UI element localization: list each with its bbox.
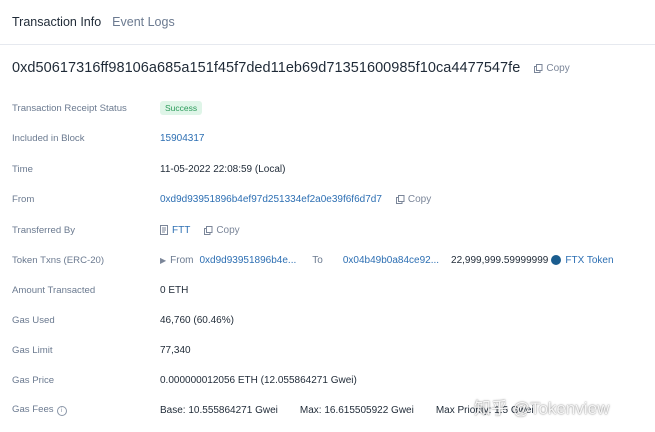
gas-price-value: 0.000000012056 ETH (12.055864271 Gwei): [160, 374, 357, 386]
row-gas-price: Gas Price 0.000000012056 ETH (12.0558642…: [12, 371, 645, 389]
status-label: Transaction Receipt Status: [12, 102, 127, 114]
token-name-link[interactable]: FTX Token: [565, 255, 613, 266]
gas-used-value: 46,760 (60.46%): [160, 314, 234, 326]
tab-transaction-info[interactable]: Transaction Info: [12, 15, 101, 29]
token-from-label: From: [170, 254, 194, 266]
transferred-by-label: Transferred By: [12, 224, 76, 236]
watermark: 知乎 @Tokenview: [474, 399, 610, 418]
from-address-link[interactable]: 0xd9d93951896b4ef97d251334ef2a0e39f6f6d7…: [160, 194, 382, 205]
copy-from-button[interactable]: Copy: [395, 193, 432, 205]
status-badge: Success: [160, 101, 203, 115]
token-from-address[interactable]: 0xd9d93951896b4e...: [200, 255, 297, 266]
time-value: 11-05-2022 22:08:59 (Local): [160, 163, 286, 175]
block-link[interactable]: 15904317: [160, 133, 205, 144]
row-gas-used: Gas Used 46,760 (60.46%): [12, 311, 645, 329]
gas-price-label: Gas Price: [12, 374, 55, 386]
gas-fees-base: Base: 10.555864271 Gwei: [160, 404, 278, 416]
transaction-hash: 0xd50617316ff98106a685a151f45f7ded11eb69…: [12, 60, 521, 76]
row-from: From 0xd9d93951896b4ef97d251334ef2a0e39f…: [12, 190, 645, 208]
token-to-label: To: [312, 254, 323, 266]
token-txns-label: Token Txns (ERC-20): [12, 254, 105, 266]
amount-label: Amount Transacted: [12, 284, 96, 296]
block-label: Included in Block: [12, 132, 85, 144]
copy-hash-button[interactable]: Copy: [534, 62, 570, 74]
transferred-by-link[interactable]: FTT: [172, 225, 190, 236]
copy-token-button[interactable]: Copy: [204, 224, 240, 236]
row-amount: Amount Transacted 0 ETH: [12, 281, 645, 299]
time-label: Time: [12, 163, 33, 175]
copy-icon: [204, 225, 213, 235]
ftx-token-icon: [551, 255, 562, 265]
gas-limit-label: Gas Limit: [12, 344, 53, 356]
token-to-address[interactable]: 0x04b49b0a84ce92...: [343, 255, 439, 266]
gas-used-label: Gas Used: [12, 314, 55, 326]
transaction-hash-row: 0xd50617316ff98106a685a151f45f7ded11eb69…: [12, 58, 645, 78]
row-gas-limit: Gas Limit 77,340: [12, 341, 645, 359]
row-time: Time 11-05-2022 22:08:59 (Local): [12, 160, 645, 178]
gas-fees-label-wrap: Gas Fees i: [12, 404, 160, 416]
copy-icon: [395, 194, 405, 204]
row-block: Included in Block 15904317: [12, 129, 645, 147]
gas-limit-value: 77,340: [160, 344, 191, 356]
copy-label: Copy: [407, 193, 432, 205]
tab-bar: Transaction Info Event Logs: [0, 0, 655, 45]
gas-fees-label: Gas Fees: [12, 404, 54, 416]
row-token-txns: Token Txns (ERC-20) ▶ From 0xd9d93951896…: [12, 251, 645, 269]
info-icon[interactable]: i: [56, 405, 67, 416]
amount-value: 0 ETH: [160, 284, 189, 296]
gas-fees-max: Max: 16.615505922 Gwei: [299, 404, 414, 416]
row-transferred-by: Transferred By FTT Copy: [12, 221, 645, 239]
document-icon: [160, 225, 168, 235]
copy-label: Copy: [216, 224, 240, 236]
copy-label: Copy: [546, 62, 570, 74]
copy-icon: [534, 63, 543, 73]
caret-right-icon: ▶: [160, 255, 167, 265]
tab-event-logs[interactable]: Event Logs: [112, 15, 175, 29]
row-status: Transaction Receipt Status Success: [12, 99, 645, 117]
from-label: From: [12, 193, 35, 205]
token-amount: 22,999,999.59999999: [451, 254, 549, 266]
